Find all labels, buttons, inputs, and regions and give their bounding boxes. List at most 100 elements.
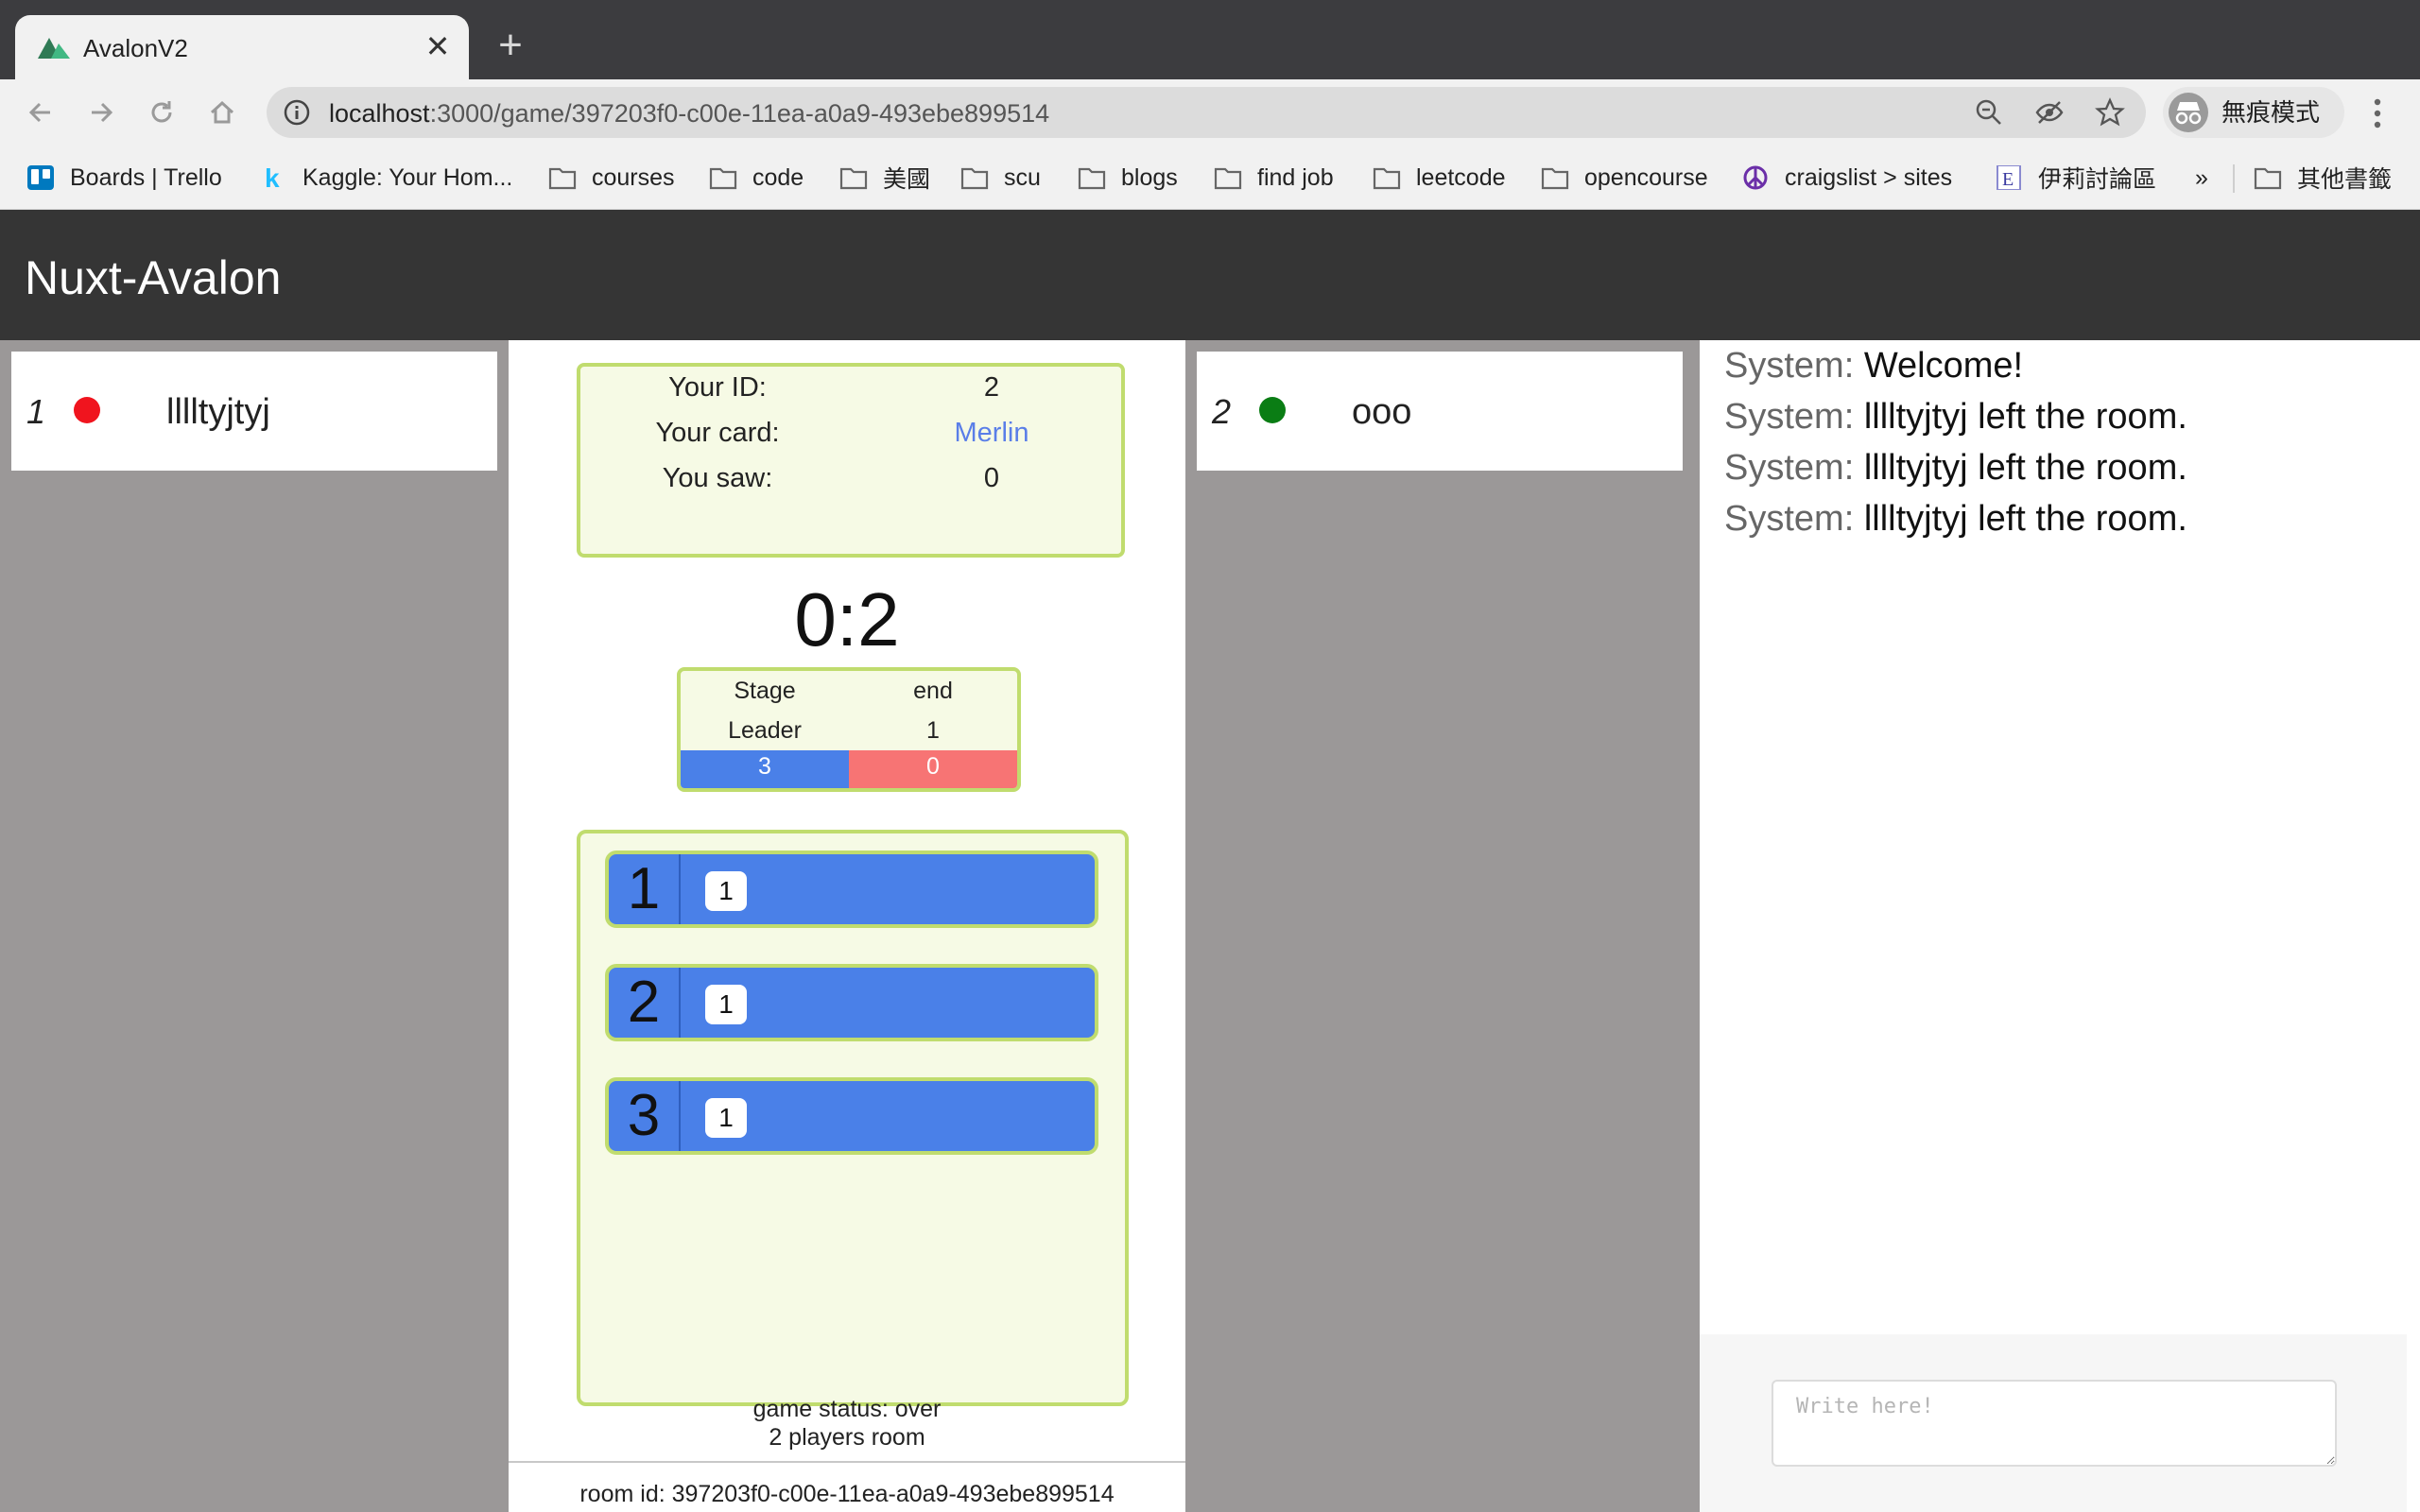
incognito-icon (2169, 93, 2208, 132)
bookmark-courses[interactable]: courses (548, 163, 675, 193)
bookmark-code[interactable]: code (709, 163, 804, 193)
folder-icon (1214, 167, 1242, 190)
incognito-profile-button[interactable]: 無痕模式 (2163, 87, 2344, 138)
leader-row: Leader 1 (681, 711, 1017, 750)
reload-button[interactable] (140, 91, 183, 134)
chevron-double-right-icon: » (2195, 163, 2208, 191)
quest-row[interactable]: 2 1 (605, 964, 1098, 1041)
more-vertical-icon[interactable] (2363, 94, 2392, 132)
bookmark-label: blogs (1121, 163, 1178, 191)
chat-message: System: lllltyjtyj left the room. (1724, 442, 2405, 493)
bookmark-find-job[interactable]: find job (1214, 163, 1334, 193)
bookmarks-bar: Boards | Trello k Kaggle: Your Hom... co… (0, 146, 2420, 210)
player-card[interactable]: 2 ooo (1197, 352, 1683, 471)
stage-value: end (913, 678, 953, 704)
game-status-text: game status: over (752, 1396, 942, 1422)
chat-panel: System: Welcome! System: lllltyjtyj left… (1700, 340, 2420, 1512)
arrow-left-icon (28, 102, 50, 123)
player-card[interactable]: 1 lllltyjtyj (11, 352, 497, 471)
you-saw-label: You saw: (662, 463, 773, 493)
player-info-box: Your ID: 2 Your card: Merlin You saw: 0 (577, 363, 1125, 558)
info-icon[interactable] (282, 97, 312, 128)
player-status-dot-icon (74, 397, 100, 423)
reload-icon (151, 101, 172, 123)
eyny-icon: E (1996, 165, 2021, 190)
eye-slash-icon[interactable] (2034, 97, 2065, 128)
bookmark-other[interactable]: 其他書籤 (2254, 163, 2392, 193)
player-name: lllltyjtyj (166, 392, 270, 432)
quest-number: 2 (609, 968, 681, 1038)
home-icon (210, 100, 234, 124)
bookmark-kaggle[interactable]: k Kaggle: Your Hom... (259, 163, 512, 193)
zoom-icon[interactable] (1974, 97, 2004, 128)
folder-icon (1541, 167, 1569, 190)
bookmark-leetcode[interactable]: leetcode (1373, 163, 1506, 193)
url-host: localhost (329, 99, 430, 128)
forward-button[interactable] (79, 91, 123, 134)
app-title: Nuxt-Avalon (25, 251, 282, 304)
folder-icon (2254, 167, 2282, 190)
home-button[interactable] (200, 91, 244, 134)
your-card-row: Your card: Merlin (580, 414, 1121, 452)
chat-sender: System: (1724, 397, 1855, 437)
tab-close-icon[interactable]: ✕ (424, 30, 452, 62)
bookmark-label: craigslist > sites (1785, 163, 1953, 191)
chat-message: System: lllltyjtyj left the room. (1724, 391, 2405, 442)
folder-icon (960, 167, 989, 190)
bookmarks-overflow-button[interactable]: » (2195, 163, 2208, 193)
quest-row[interactable]: 3 1 (605, 1077, 1098, 1155)
bookmark-opencourse[interactable]: opencourse (1541, 163, 1708, 193)
bookmark-label: find job (1257, 163, 1334, 191)
chat-messages: System: Welcome! System: lllltyjtyj left… (1724, 340, 2405, 544)
bookmark-blogs[interactable]: blogs (1078, 163, 1178, 193)
player-name: ooo (1352, 392, 1412, 432)
address-bar[interactable]: localhost:3000/game/397203f0-c00e-11ea-a… (267, 87, 2146, 138)
your-card-value: Merlin (954, 418, 1029, 448)
trello-icon (27, 165, 54, 190)
url-text[interactable]: localhost:3000/game/397203f0-c00e-11ea-a… (329, 99, 1049, 128)
browser-tab[interactable]: AvalonV2 ✕ (15, 15, 469, 79)
vote-bar: 3 0 (681, 750, 1017, 788)
bookmark-label: scu (1004, 163, 1041, 191)
profile-label: 無痕模式 (2221, 98, 2321, 127)
quest-row[interactable]: 1 1 (605, 850, 1098, 928)
quest-team-size: 1 (705, 985, 747, 1024)
bookmarks-divider (2233, 164, 2235, 193)
svg-text:E: E (2002, 169, 2014, 190)
bookmark-usa[interactable]: 美國 (839, 163, 930, 193)
bookmark-eyny[interactable]: E 伊莉討論區 (1995, 163, 2156, 193)
your-card-label: Your card: (655, 418, 780, 448)
bookmark-scu[interactable]: scu (960, 163, 1041, 193)
bookmark-craigslist[interactable]: craigslist > sites (1741, 163, 1952, 193)
new-tab-button[interactable]: + (492, 25, 529, 66)
leader-label: Leader (728, 717, 802, 744)
bookmark-label: 美國 (883, 166, 931, 193)
bookmark-label: leetcode (1416, 163, 1506, 191)
folder-icon (839, 167, 868, 190)
arrow-right-icon (92, 102, 113, 123)
stage-row: Stage end (681, 671, 1017, 711)
folder-icon (1078, 167, 1106, 190)
bookmark-trello[interactable]: Boards | Trello (26, 163, 222, 193)
quest-list: 1 1 2 1 3 1 (577, 830, 1129, 1406)
stage-box: Stage end Leader 1 3 0 (677, 667, 1021, 792)
back-button[interactable] (19, 91, 62, 134)
game-panel: Your ID: 2 Your card: Merlin You saw: 0 … (509, 340, 1185, 1512)
folder-icon (709, 167, 737, 190)
star-icon[interactable] (2095, 97, 2125, 128)
chat-input[interactable] (1772, 1380, 2337, 1467)
you-saw-value: 0 (983, 463, 1000, 493)
chat-text: lllltyjtyj left the room. (1863, 448, 2187, 488)
browser-toolbar: localhost:3000/game/397203f0-c00e-11ea-a… (0, 79, 2420, 146)
your-id-value: 2 (983, 372, 1000, 403)
browser-tab-strip: AvalonV2 ✕ + (0, 0, 2420, 79)
quest-team-size: 1 (705, 871, 747, 911)
divider (509, 1461, 1185, 1463)
bookmark-label: Kaggle: Your Hom... (302, 163, 513, 191)
good-count: 3 (681, 750, 849, 788)
bookmark-label: 其他書籤 (2297, 166, 2393, 193)
bookmark-label: Boards | Trello (70, 163, 222, 191)
peace-icon (1743, 165, 1768, 190)
tab-title: AvalonV2 (83, 34, 188, 62)
bookmark-label: courses (592, 163, 675, 191)
